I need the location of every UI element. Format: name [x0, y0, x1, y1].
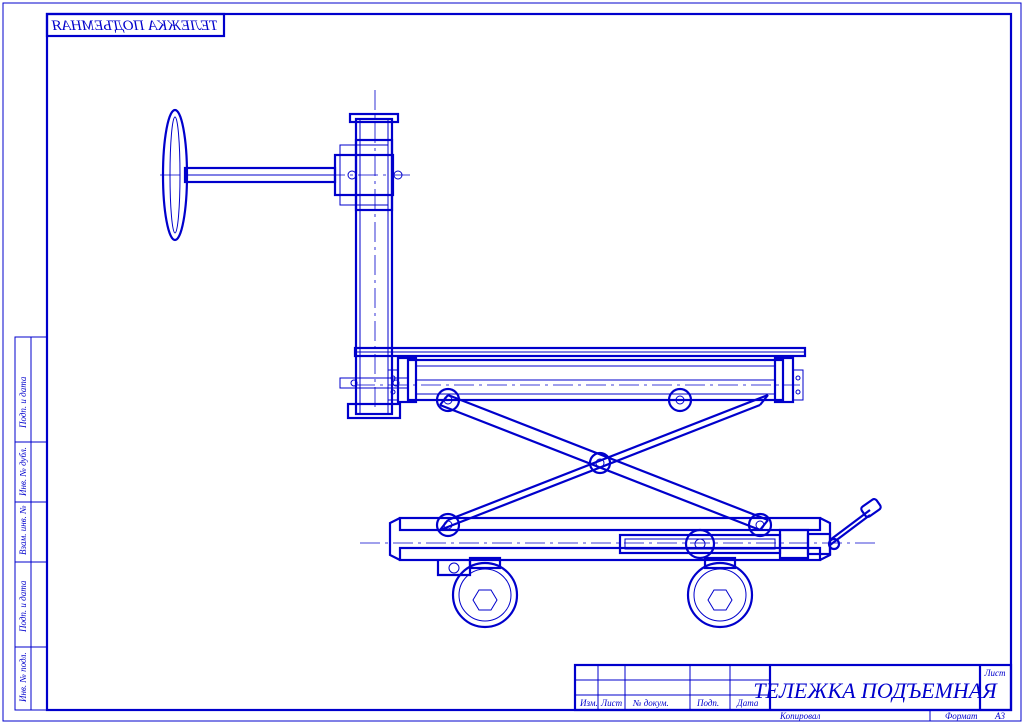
mirror-title-text: ТЕЛЕЖКА ПОДЪЕМНАЯ — [51, 18, 218, 34]
drawing-title: ТЕЛЕЖКА ПОДЪЕМНАЯ — [753, 678, 998, 703]
side-revision-strip: Инв. № подл. Подп. и дата Взам. инв. № И… — [15, 337, 47, 710]
side-label-inv-podl: Инв. № подл. — [18, 652, 28, 703]
side-label-podp1: Подп. и дата — [18, 580, 28, 633]
hydraulic-cylinder — [620, 498, 882, 558]
bottom-strip: Копировал Формат А3 — [575, 710, 1011, 721]
tb-list: Лист — [600, 698, 623, 708]
platform — [355, 348, 805, 411]
steering-wheel-assembly — [160, 110, 410, 240]
sheet-label: Лист — [983, 668, 1006, 678]
side-label-podp2: Подп. и дата — [18, 376, 28, 429]
copy-label: Копировал — [779, 711, 820, 721]
drawing-svg: ТЕЛЕЖКА ПОДЪЕМНАЯ Инв. № подл. Подп. и д… — [0, 0, 1024, 724]
side-label-dubl: Инв. № дубл. — [18, 447, 28, 497]
tb-izm: Изм. — [579, 698, 598, 708]
tb-ndokum: № докум. — [632, 698, 669, 708]
lifting-trolley-view — [160, 90, 882, 627]
format-value: А3 — [994, 711, 1005, 721]
title-block: Изм. Лист № докум. Подп. Дата ТЕЛЕЖКА ПО… — [575, 665, 1011, 710]
side-label-vzam: Взам. инв. № — [18, 505, 28, 555]
mirror-title-block: ТЕЛЕЖКА ПОДЪЕМНАЯ — [47, 14, 224, 36]
wheels — [453, 558, 752, 627]
inner-frame — [47, 14, 1011, 710]
format-label: Формат — [945, 711, 978, 721]
scissor-mechanism — [437, 395, 771, 536]
drawing-sheet: ТЕЛЕЖКА ПОДЪЕМНАЯ Инв. № подл. Подп. и д… — [0, 0, 1024, 724]
tb-podp: Подп. — [696, 698, 719, 708]
